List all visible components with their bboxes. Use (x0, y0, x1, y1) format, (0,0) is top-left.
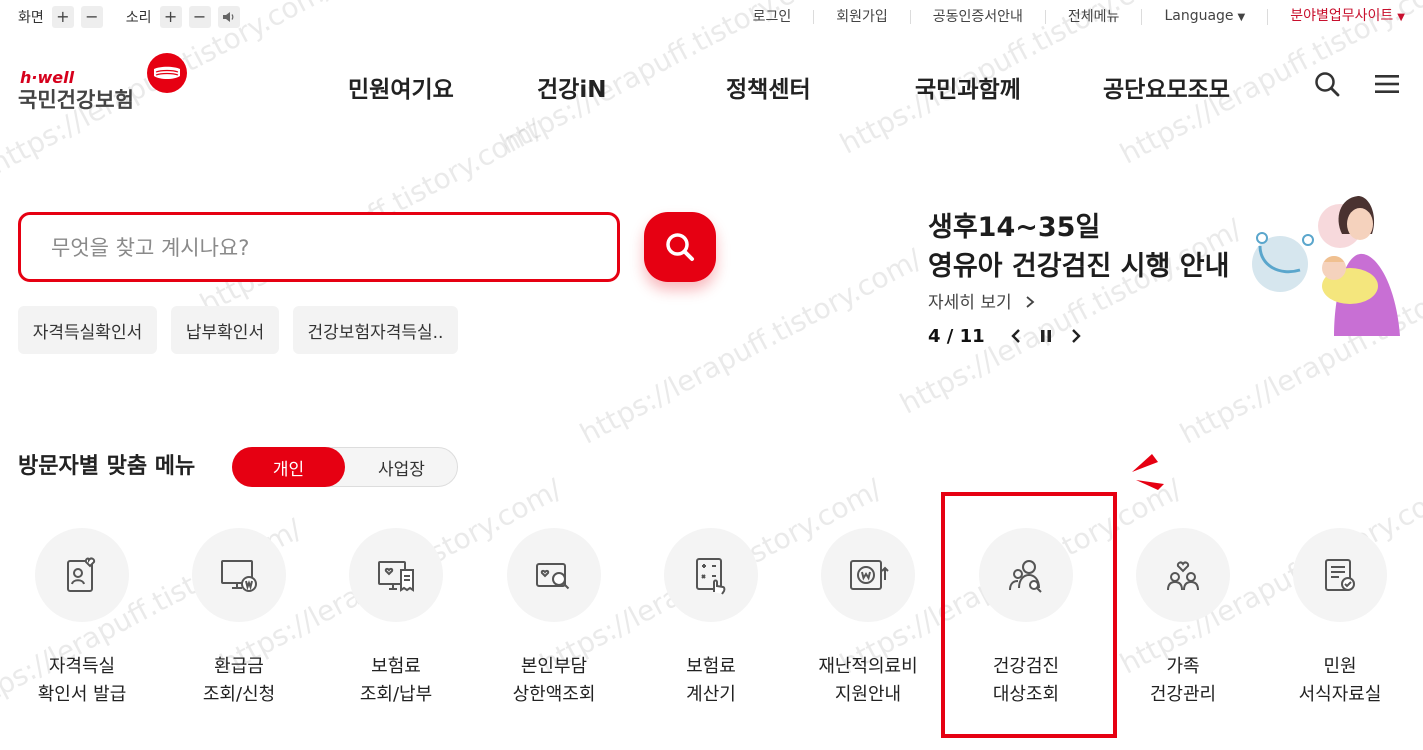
quick-menu-icon-bg (1293, 528, 1387, 622)
quick-chip-insurance-eligibility[interactable]: 건강보험자격득실.. (293, 306, 458, 354)
chevron-left-icon (1010, 329, 1020, 343)
quick-menu-family-health[interactable]: 가족 건강관리 (1112, 528, 1252, 708)
quick-menu-label-line2: 서식자료실 (1298, 684, 1382, 705)
search-icon[interactable] (1313, 70, 1341, 98)
quick-menu-label-line2: 확인서 발급 (37, 684, 127, 705)
quick-menu-icon-bg (349, 528, 443, 622)
quick-menu-icon-bg (192, 528, 286, 622)
business-sites-label: 분야별업무사이트 (1290, 8, 1394, 24)
quick-menu-label-line2: 지원안내 (834, 684, 902, 705)
signup-link[interactable]: 회원가입 (813, 10, 910, 24)
banner-page-indicator: 4 / 11 (928, 325, 985, 347)
volume-up-button[interactable]: + (159, 6, 182, 28)
volume-down-button[interactable]: − (188, 6, 211, 28)
banner-more-label: 자세히 보기 (928, 293, 1012, 313)
caret-down-icon: ▼ (1397, 12, 1405, 23)
quick-menu-label-line1: 자격득실 (48, 656, 116, 677)
quick-menu-premium-payment[interactable]: 보험료 조회/납부 (325, 528, 465, 708)
banner-more-link[interactable]: 자세히 보기 (928, 288, 1037, 313)
quick-menu-label-line1: 환급금 (214, 656, 264, 677)
logo-mask-icon (147, 53, 187, 93)
quick-menu-icon-bg (35, 528, 129, 622)
visitor-type-toggle: 개인 사업장 (232, 447, 458, 487)
banner-pause-button[interactable] (1033, 324, 1059, 348)
quick-menu-label-line1: 보험료 (686, 656, 736, 677)
speaker-mute-button[interactable] (217, 6, 240, 28)
pause-icon (1040, 330, 1051, 342)
language-label: Language (1164, 8, 1234, 24)
hamburger-menu-icon[interactable] (1373, 70, 1401, 98)
quick-menu-label-line2: 조회/납부 (359, 684, 433, 705)
quick-menu-label-line2: 건강관리 (1149, 684, 1217, 705)
quick-menu-label-line1: 민원 (1323, 656, 1357, 677)
quick-menu-label-line1: 본인부담 (520, 656, 588, 677)
gnb-with-citizens[interactable]: 국민과함께 (915, 70, 1021, 103)
quick-menu-icon-bg (1136, 528, 1230, 622)
visitor-menu-title: 방문자별 맞춤 메뉴 (18, 454, 196, 479)
quick-menu-label-line1: 보험료 (371, 656, 421, 677)
quick-chip-eligibility-certificate[interactable]: 자격득실확인서 (18, 306, 157, 354)
screen-size-label: 화면 (18, 10, 44, 26)
site-logo[interactable]: h·well 국민건강보험 (18, 52, 193, 112)
utility-links: 로그인 회원가입 공동인증서안내 전체메뉴 Language ▼ 분야별업무사이트… (731, 6, 1405, 28)
quick-menu-icon-bg (507, 528, 601, 622)
certificate-guide-link[interactable]: 공동인증서안내 (909, 10, 1045, 24)
gnb-civil-service[interactable]: 민원여기요 (348, 70, 454, 103)
quick-menu-premium-calculator[interactable]: 보험료 계산기 (640, 528, 780, 708)
gnb-health-in[interactable]: 건강iN (537, 70, 606, 103)
safe-won-icon (850, 560, 889, 590)
screen-zoom-in-button[interactable]: + (51, 6, 74, 28)
quick-menu-label-line2: 상한액조회 (512, 684, 596, 705)
id-card-heart-icon (67, 557, 96, 592)
banner-pager: 4 / 11 (928, 324, 1089, 348)
full-menu-link[interactable]: 전체메뉴 (1044, 10, 1142, 24)
banner-title-line2: 영유아 건강검진 시행 안내 (928, 251, 1230, 282)
quick-menu-eligibility-certificate[interactable]: 자격득실 확인서 발급 (11, 528, 151, 708)
banner-prev-button[interactable] (1003, 324, 1029, 348)
calculator-hand-icon (696, 558, 726, 595)
search-icon (666, 233, 694, 261)
quick-menu-refund[interactable]: 환급금 조회/신청 (168, 528, 308, 708)
monitor-won-icon (221, 560, 257, 592)
quick-menu-label-line2: 조회/신청 (202, 684, 276, 705)
quick-menu-icon-bg (664, 528, 758, 622)
quick-menu-label-line1: 가족 (1166, 656, 1200, 677)
mother-baby-illustration (1252, 196, 1400, 336)
tab-business[interactable]: 사업장 (345, 447, 458, 487)
annotation-arrow-icon (1132, 454, 1164, 490)
chevron-right-icon (1026, 296, 1035, 308)
bill-receipt-icon (378, 561, 414, 592)
family-heart-icon (1167, 561, 1199, 591)
logo-name-text: 국민건강보험 (18, 88, 134, 112)
gnb-policy-center[interactable]: 정책센터 (726, 70, 811, 103)
quick-menu-icon-bg (821, 528, 915, 622)
quick-menu-label-line2: 계산기 (686, 684, 736, 705)
document-check-icon (1325, 559, 1355, 591)
search-button[interactable] (644, 212, 716, 282)
card-search-icon (536, 563, 570, 590)
screen-zoom-out-button[interactable]: − (80, 6, 103, 28)
quick-menu-catastrophic-medical[interactable]: 재난적의료비 지원안내 (797, 528, 937, 708)
quick-menu-copay-limit[interactable]: 본인부담 상한액조회 (483, 528, 623, 708)
sound-label: 소리 (125, 10, 152, 26)
gnb-about-nhis[interactable]: 공단요모조모 (1103, 70, 1230, 103)
quick-chip-payment-certificate[interactable]: 납부확인서 (171, 306, 279, 354)
business-sites-select[interactable]: 분야별업무사이트 ▼ (1267, 9, 1405, 25)
quick-menu-forms-library[interactable]: 민원 서식자료실 (1269, 528, 1409, 708)
search-input[interactable] (51, 234, 571, 262)
speaker-icon (222, 12, 233, 22)
chevron-right-icon (1071, 329, 1081, 343)
caret-down-icon: ▼ (1237, 12, 1246, 23)
accessibility-controls: 화면 + − 소리 + − (18, 6, 247, 28)
language-select[interactable]: Language ▼ (1141, 9, 1267, 25)
tab-personal[interactable]: 개인 (232, 447, 345, 487)
highlight-box (941, 492, 1117, 738)
banner-next-button[interactable] (1063, 324, 1089, 348)
search-box (18, 212, 620, 282)
quick-menu-label-line1: 재난적의료비 (818, 656, 918, 677)
login-link[interactable]: 로그인 (731, 10, 814, 24)
watermark-text: https://lerapuff.tistory.com/ (574, 242, 927, 451)
banner-title-line1: 생후14~35일 (928, 212, 1101, 243)
